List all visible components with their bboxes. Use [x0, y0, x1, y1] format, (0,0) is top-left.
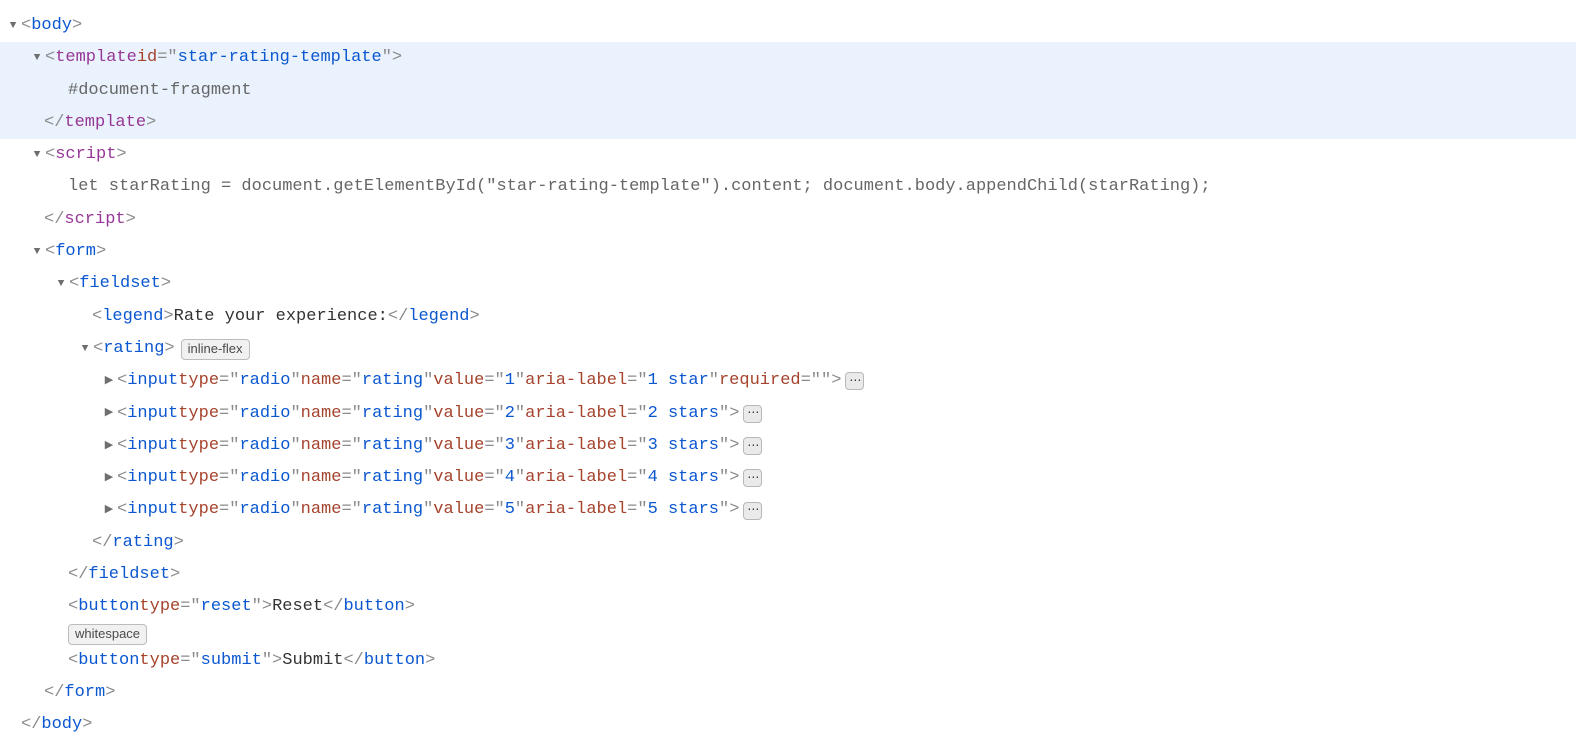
- chevron-right-icon[interactable]: [102, 436, 116, 457]
- node-body-open[interactable]: <body>: [0, 10, 1576, 42]
- node-template-close: </template>: [0, 107, 1576, 139]
- display-badge: inline-flex: [181, 339, 250, 360]
- chevron-down-icon[interactable]: [54, 274, 68, 295]
- node-document-fragment[interactable]: #document-fragment: [0, 75, 1576, 107]
- ellipsis-icon[interactable]: ⋯: [845, 372, 864, 390]
- node-input[interactable]: <input type="radio" name="rating" value=…: [0, 398, 1576, 430]
- chevron-down-icon[interactable]: [78, 339, 92, 360]
- node-input[interactable]: <input type="radio" name="rating" value=…: [0, 462, 1576, 494]
- node-input[interactable]: <input type="radio" name="rating" value=…: [0, 365, 1576, 397]
- node-script-content[interactable]: let starRating = document.getElementById…: [0, 171, 1576, 203]
- node-button-submit[interactable]: <button type="submit">Submit</button>: [0, 645, 1576, 677]
- chevron-down-icon[interactable]: [30, 48, 44, 69]
- node-fieldset-close: </fieldset>: [0, 559, 1576, 591]
- chevron-right-icon[interactable]: [102, 468, 116, 489]
- node-input[interactable]: <input type="radio" name="rating" value=…: [0, 494, 1576, 526]
- ellipsis-icon[interactable]: ⋯: [743, 502, 762, 520]
- node-form-open[interactable]: <form>: [0, 236, 1576, 268]
- node-input[interactable]: <input type="radio" name="rating" value=…: [0, 430, 1576, 462]
- chevron-right-icon[interactable]: [102, 500, 116, 521]
- node-script-open[interactable]: <script>: [0, 139, 1576, 171]
- node-template-open[interactable]: <template id="star-rating-template">: [0, 42, 1576, 74]
- node-whitespace[interactable]: whitespace: [0, 624, 1576, 645]
- node-fieldset-open[interactable]: <fieldset>: [0, 268, 1576, 300]
- node-button-reset[interactable]: <button type="reset">Reset</button>: [0, 591, 1576, 623]
- node-legend[interactable]: <legend>Rate your experience:</legend>: [0, 301, 1576, 333]
- node-rating-open[interactable]: <rating>inline-flex: [0, 333, 1576, 365]
- chevron-right-icon[interactable]: [102, 403, 116, 424]
- chevron-down-icon[interactable]: [30, 242, 44, 263]
- dom-tree: <body> <template id="star-rating-templat…: [0, 10, 1576, 742]
- ellipsis-icon[interactable]: ⋯: [743, 405, 762, 423]
- ellipsis-icon[interactable]: ⋯: [743, 469, 762, 487]
- chevron-down-icon[interactable]: [6, 16, 20, 37]
- whitespace-badge: whitespace: [68, 624, 147, 645]
- chevron-right-icon[interactable]: [102, 371, 116, 392]
- chevron-down-icon[interactable]: [30, 145, 44, 166]
- node-body-close: </body>: [0, 709, 1576, 741]
- node-rating-close: </rating>: [0, 527, 1576, 559]
- ellipsis-icon[interactable]: ⋯: [743, 437, 762, 455]
- node-form-close: </form>: [0, 677, 1576, 709]
- node-script-close: </script>: [0, 204, 1576, 236]
